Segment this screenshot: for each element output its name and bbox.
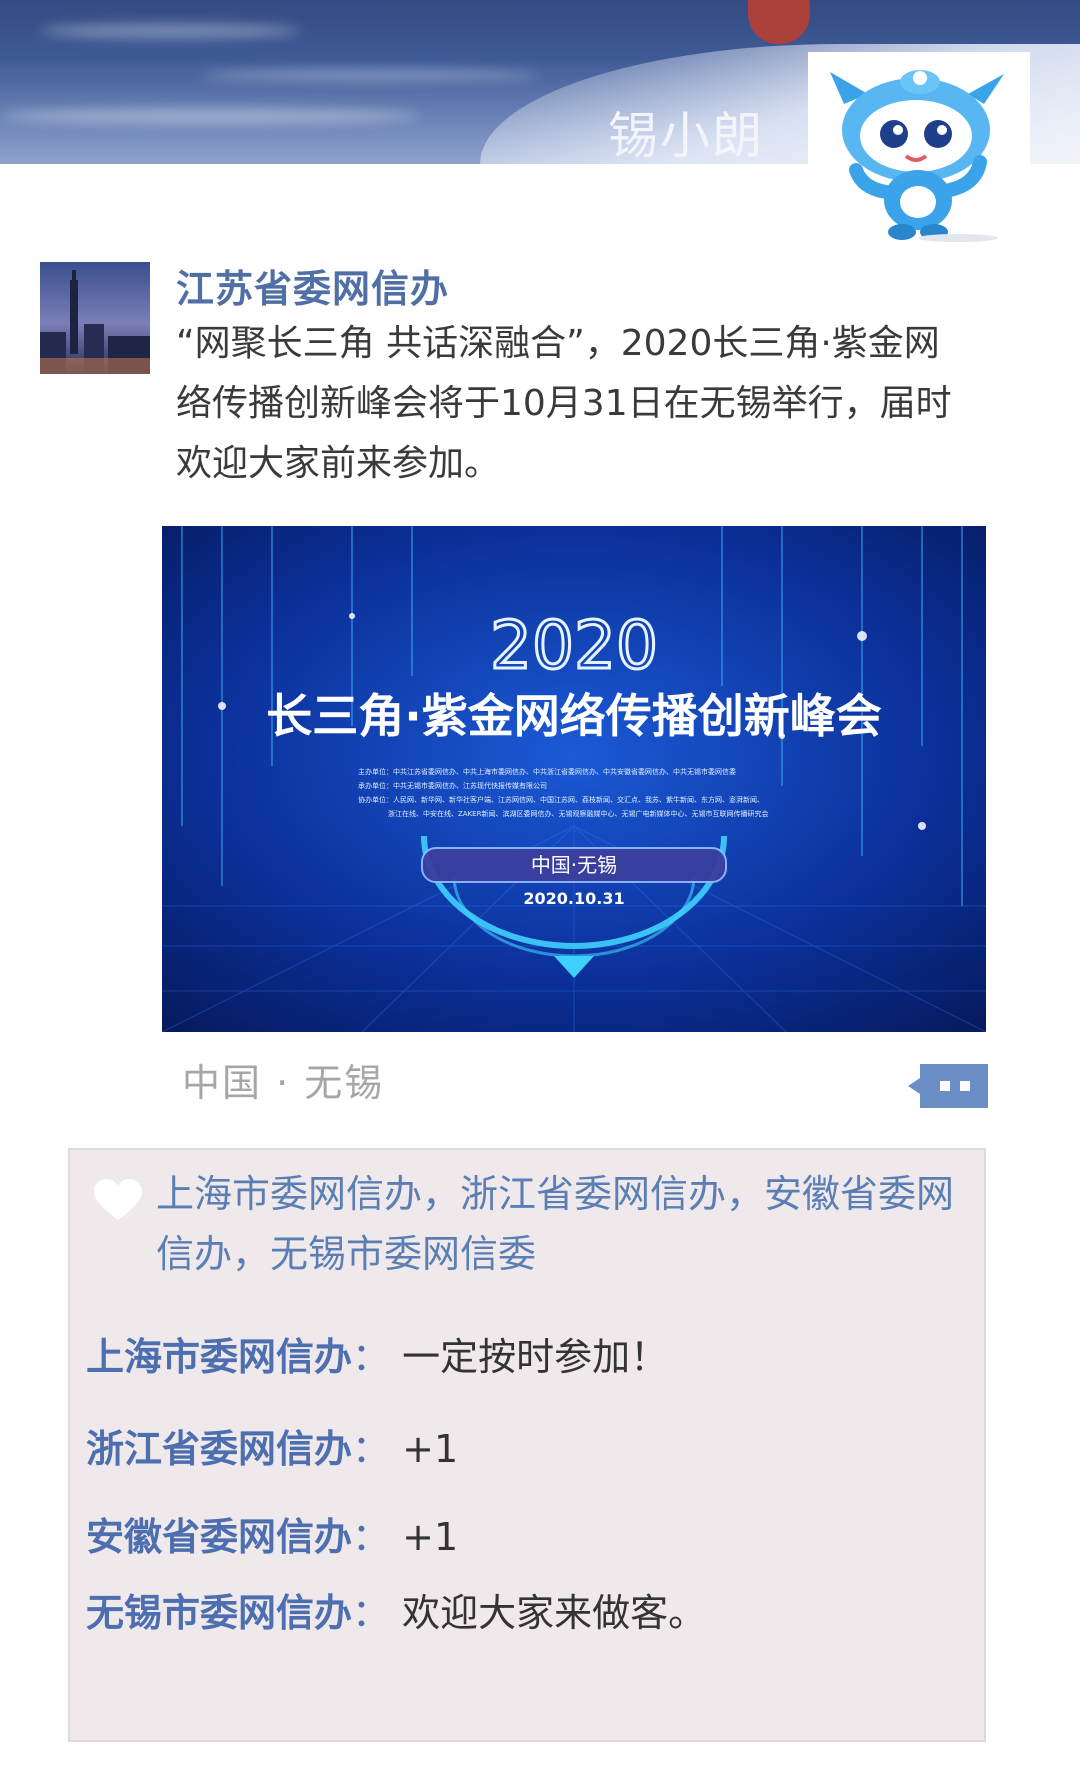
comment-separator: ： [352, 1515, 391, 1559]
interactions-panel: 上海市委网信办，浙江省委网信办，安徽省委网信办，无锡市委网信委 上海市委网信办：… [68, 1148, 986, 1742]
author-avatar[interactable] [40, 262, 150, 374]
city-skyline-image [40, 262, 150, 374]
cover-figure [748, 0, 810, 44]
summit-poster: 2020 长三角·紫金网络传播创新峰会 主办单位：中共江苏省委网信办、中共上海市… [162, 526, 986, 1032]
post-location[interactable]: 中国 · 无锡 [182, 1052, 384, 1107]
cover-title: 锡小朗 [608, 107, 764, 164]
comment-author[interactable]: 上海市委网信办 [86, 1335, 352, 1379]
comment-item[interactable]: 安徽省委网信办： +1 [86, 1506, 458, 1561]
cloud-streak [40, 24, 300, 38]
post-text: “网聚长三角 共话深融合”，2020长三角·紫金网络传播创新峰会将于10月31日… [176, 323, 952, 484]
comment-separator: ： [352, 1591, 391, 1635]
xixiaolang-mascot-icon [830, 70, 1004, 242]
poster-year: 2020 [490, 607, 658, 684]
poster-organizer-line: 浙江在线、中安在线、ZAKER新闻、滨湖区委网信办、无锡观察融媒中心、无锡广电新… [388, 809, 768, 818]
poster-organizer-line: 承办单位：中共无锡市委网信办、江苏现代快报传媒有限公司 [358, 781, 547, 790]
comment-separator: ： [352, 1427, 391, 1471]
comment-author[interactable]: 浙江省委网信办 [86, 1427, 352, 1471]
comment-author[interactable]: 无锡市委网信办 [86, 1591, 352, 1635]
cloud-streak [200, 70, 540, 80]
likes-list[interactable]: 上海市委网信办，浙江省委网信办，安徽省委网信办，无锡市委网信委 [156, 1164, 976, 1284]
poster-title: 长三角·紫金网络传播创新峰会 [266, 689, 881, 743]
poster-date: 2020.10.31 [523, 889, 624, 908]
comment-author[interactable]: 安徽省委网信办 [86, 1515, 352, 1559]
comment-text: +1 [402, 1515, 459, 1559]
comment-item[interactable]: 上海市委网信办： 一定按时参加！ [86, 1326, 668, 1381]
comment-bubble-icon [908, 1064, 988, 1108]
post-author[interactable]: 江苏省委网信办 [176, 258, 449, 313]
comment-item[interactable]: 无锡市委网信办： 欢迎大家来做客。 [86, 1582, 706, 1637]
comment-text: 一定按时参加！ [402, 1335, 669, 1379]
poster-organizer-line: 主办单位：中共江苏省委网信办、中共上海市委网信办、中共浙江省委网信办、中共安徽省… [358, 767, 736, 776]
comment-separator: ： [352, 1335, 391, 1379]
poster-place: 中国·无锡 [531, 853, 617, 877]
comment-item[interactable]: 浙江省委网信办： +1 [86, 1418, 458, 1473]
heart-icon [94, 1179, 142, 1220]
comment-text: 欢迎大家来做客。 [402, 1591, 707, 1635]
summit-poster-image[interactable]: 2020 长三角·紫金网络传播创新峰会 主办单位：中共江苏省委网信办、中共上海市… [162, 526, 986, 1032]
mascot-card[interactable] [808, 52, 1030, 248]
comment-button[interactable] [908, 1062, 990, 1110]
cloud-streak [0, 108, 420, 124]
poster-organizer-line: 协办单位：人民网、新华网、新华社客户端、江苏网信网、中国江苏网、荔枝新闻、交汇点… [358, 795, 764, 804]
comment-text: +1 [402, 1427, 459, 1471]
